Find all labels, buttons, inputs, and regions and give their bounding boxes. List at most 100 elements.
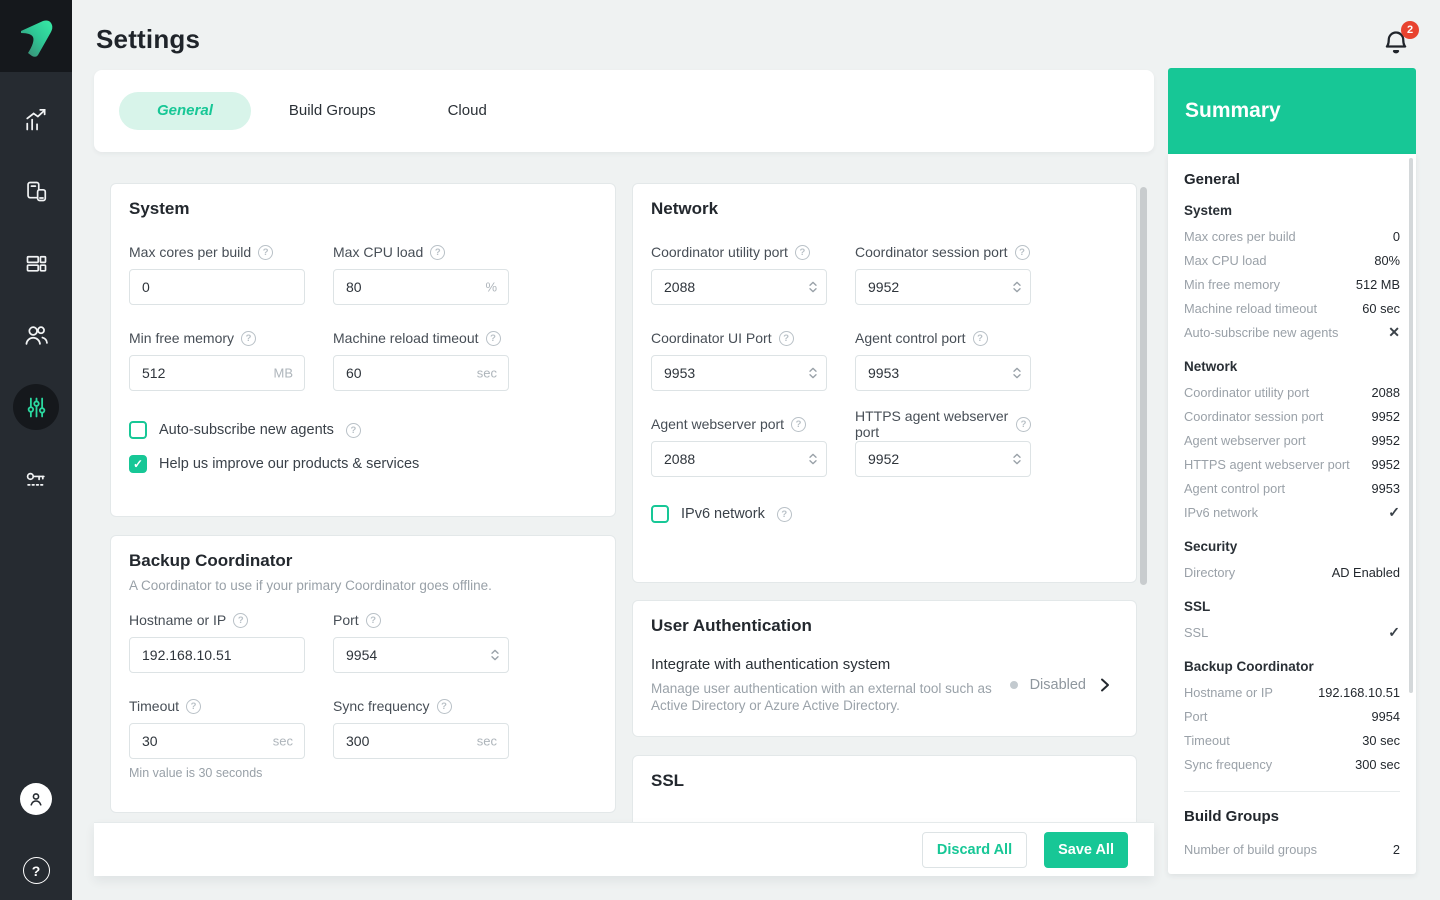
stepper-arrows-icon xyxy=(1012,452,1022,466)
system-card-title: System xyxy=(129,199,597,219)
help-icon[interactable]: ? xyxy=(430,245,445,260)
field-ui-port: Coordinator UI Port? xyxy=(651,329,827,391)
sidebar-item-dashboard[interactable] xyxy=(0,83,72,155)
number-stepper[interactable] xyxy=(490,648,500,662)
max-cpu-input[interactable] xyxy=(333,269,509,305)
page-title: Settings xyxy=(96,24,200,55)
agent-control-port-input[interactable] xyxy=(855,355,1031,391)
tab-cloud[interactable]: Cloud xyxy=(412,92,523,130)
backup-port-input[interactable] xyxy=(333,637,509,673)
tab-build-groups[interactable]: Build Groups xyxy=(253,92,412,130)
number-stepper[interactable] xyxy=(808,452,818,466)
help-icon[interactable]: ? xyxy=(791,417,806,432)
ui-port-input[interactable] xyxy=(651,355,827,391)
field-label: Sync frequency xyxy=(333,698,430,714)
field-sync-frequency: Sync frequency? sec xyxy=(333,697,509,780)
max-cores-input[interactable] xyxy=(129,269,305,305)
number-stepper[interactable] xyxy=(1012,280,1022,294)
help-icon[interactable]: ? xyxy=(258,245,273,260)
summary-row-label: SSL xyxy=(1184,625,1208,640)
number-stepper[interactable] xyxy=(808,280,818,294)
help-icon[interactable]: ? xyxy=(437,699,452,714)
help-icon[interactable]: ? xyxy=(366,613,381,628)
sidebar-item-users[interactable] xyxy=(0,299,72,371)
help-icon[interactable]: ? xyxy=(233,613,248,628)
reload-timeout-input[interactable] xyxy=(333,355,509,391)
summary-row: Agent control port9953 xyxy=(1184,476,1400,500)
improve-products-row: ✓ Help us improve our products & service… xyxy=(129,455,597,473)
summary-row-value: 300 sec xyxy=(1355,757,1400,772)
field-label: Timeout xyxy=(129,698,179,714)
sync-frequency-input[interactable] xyxy=(333,723,509,759)
summary-row-value: 512 MB xyxy=(1356,277,1400,292)
field-max-cores: Max cores per build? xyxy=(129,243,305,305)
summary-row: Max cores per build0 xyxy=(1184,224,1400,248)
backup-card-subtitle: A Coordinator to use if your primary Coo… xyxy=(129,578,597,593)
help-icon[interactable]: ? xyxy=(777,507,792,522)
sidebar-item-settings[interactable] xyxy=(0,371,72,443)
sidebar-item-license[interactable] xyxy=(0,443,72,515)
ssl-card-title: SSL xyxy=(651,771,1118,791)
summary-row: Coordinator session port9952 xyxy=(1184,404,1400,428)
summary-row: Machine reload timeout60 sec xyxy=(1184,296,1400,320)
help-icon[interactable]: ? xyxy=(1015,245,1030,260)
utility-port-input[interactable] xyxy=(651,269,827,305)
auto-subscribe-checkbox[interactable] xyxy=(129,421,147,439)
discard-all-button[interactable]: Discard All xyxy=(922,832,1027,868)
app-logo[interactable] xyxy=(0,0,72,72)
field-hostname: Hostname or IP? xyxy=(129,611,305,673)
summary-sub-network: Network xyxy=(1184,359,1400,374)
license-key-icon xyxy=(23,466,50,493)
checkbox-label: Help us improve our products & services xyxy=(159,456,419,472)
backup-timeout-input[interactable] xyxy=(129,723,305,759)
summary-row-value: 192.168.10.51 xyxy=(1318,685,1400,700)
agent-webserver-port-input[interactable] xyxy=(651,441,827,477)
stepper-arrows-icon xyxy=(490,648,500,662)
tab-general[interactable]: General xyxy=(119,92,251,130)
x-icon: ✕ xyxy=(1388,324,1400,341)
summary-scrollbar[interactable] xyxy=(1409,158,1413,693)
hostname-input[interactable] xyxy=(129,637,305,673)
https-webserver-port-input[interactable] xyxy=(855,441,1031,477)
help-circle-icon[interactable]: ? xyxy=(23,857,50,884)
save-all-button[interactable]: Save All xyxy=(1044,832,1128,868)
help-icon[interactable]: ? xyxy=(241,331,256,346)
auto-subscribe-row: Auto-subscribe new agents ? xyxy=(129,421,597,439)
field-label: Min free memory xyxy=(129,330,234,346)
notifications-bell[interactable]: 2 xyxy=(1381,26,1417,60)
user-avatar[interactable] xyxy=(20,783,52,815)
sidebar-item-builds[interactable] xyxy=(0,227,72,299)
users-icon xyxy=(22,321,50,349)
avatar-person-icon xyxy=(26,789,46,809)
sidebar-item-agents[interactable] xyxy=(0,155,72,227)
checkbox-label: Auto-subscribe new agents xyxy=(159,422,334,438)
help-icon[interactable]: ? xyxy=(346,423,361,438)
field-label: Agent control port xyxy=(855,330,966,346)
help-icon[interactable]: ? xyxy=(1016,417,1031,432)
number-stepper[interactable] xyxy=(808,366,818,380)
help-icon[interactable]: ? xyxy=(486,331,501,346)
help-icon[interactable]: ? xyxy=(973,331,988,346)
auth-status-link[interactable]: Disabled xyxy=(1010,677,1112,693)
improve-products-checkbox[interactable]: ✓ xyxy=(129,455,147,473)
help-icon[interactable]: ? xyxy=(186,699,201,714)
summary-sub-system: System xyxy=(1184,203,1400,218)
system-card: System Max cores per build? Max CPU load… xyxy=(110,183,616,517)
summary-row-label: Max CPU load xyxy=(1184,253,1267,268)
number-stepper[interactable] xyxy=(1012,366,1022,380)
ipv6-checkbox[interactable] xyxy=(651,505,669,523)
summary-row-label: Directory xyxy=(1184,565,1235,580)
help-icon[interactable]: ? xyxy=(795,245,810,260)
content-scrollbar[interactable] xyxy=(1140,187,1147,585)
help-icon[interactable]: ? xyxy=(779,331,794,346)
min-memory-input[interactable] xyxy=(129,355,305,391)
number-stepper[interactable] xyxy=(1012,452,1022,466)
session-port-input[interactable] xyxy=(855,269,1031,305)
summary-row-label: IPv6 network xyxy=(1184,505,1258,520)
summary-row-label: HTTPS agent webserver port xyxy=(1184,457,1350,472)
summary-row-value: 9952 xyxy=(1372,433,1400,448)
notification-badge: 2 xyxy=(1401,21,1419,39)
network-card: Network Coordinator utility port? Coordi… xyxy=(632,183,1137,583)
stepper-arrows-icon xyxy=(1012,280,1022,294)
chevron-right-icon xyxy=(1098,677,1112,693)
